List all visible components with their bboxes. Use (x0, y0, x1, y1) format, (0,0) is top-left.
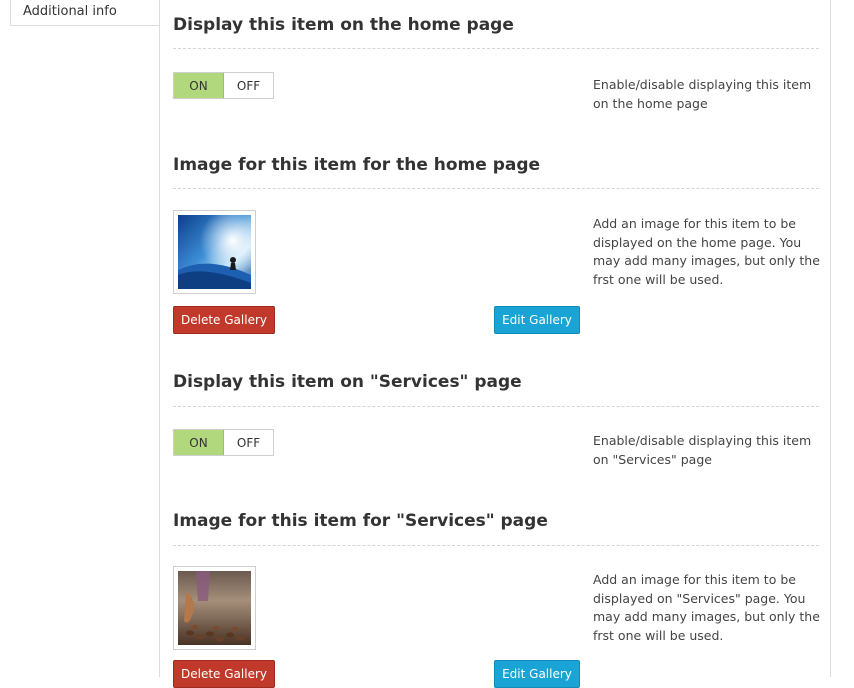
delete-gallery-button[interactable]: Delete Gallery (173, 660, 275, 688)
section-title: Display this item on "Services" page (173, 372, 522, 392)
section-description: Enable/disable displaying this item on "… (593, 433, 812, 467)
tab-additional-info[interactable]: Additional info (10, 0, 159, 26)
settings-panel: Display this item on the home page ON OF… (159, 0, 831, 688)
home-image-thumbnail[interactable] (173, 210, 256, 294)
tabs-column: Additional info (0, 0, 160, 677)
divider (173, 48, 819, 49)
delete-gallery-button[interactable]: Delete Gallery (173, 306, 275, 334)
section-services-image: Image for this item for "Services" page (173, 510, 820, 688)
toggle-off[interactable]: OFF (224, 73, 273, 98)
section-description: Add an image for this item to be display… (593, 572, 820, 643)
section-description: Add an image for this item to be display… (593, 216, 820, 287)
section-title: Image for this item for "Services" page (173, 511, 548, 531)
surfer-wave-image (178, 215, 251, 289)
edit-gallery-button[interactable]: Edit Gallery (494, 306, 580, 334)
section-home-display: Display this item on the home page ON OF… (173, 14, 819, 111)
home-display-toggle[interactable]: ON OFF (173, 72, 274, 99)
section-description: Enable/disable displaying this item on t… (593, 77, 812, 111)
toggle-on[interactable]: ON (174, 73, 224, 98)
services-image-thumbnail[interactable] (173, 566, 256, 650)
toggle-on[interactable]: ON (174, 430, 224, 455)
divider (173, 406, 819, 407)
edit-gallery-button[interactable]: Edit Gallery (494, 660, 580, 688)
coffee-beans-image (178, 571, 251, 645)
toggle-off[interactable]: OFF (224, 430, 273, 455)
section-services-display: Display this item on "Services" page ON … (173, 371, 819, 467)
divider (173, 545, 819, 546)
services-display-toggle[interactable]: ON OFF (173, 429, 274, 456)
section-home-image: Image for this item for the home page De… (173, 154, 820, 334)
section-title: Display this item on the home page (173, 15, 514, 35)
section-title: Image for this item for the home page (173, 155, 541, 175)
divider (173, 188, 819, 189)
